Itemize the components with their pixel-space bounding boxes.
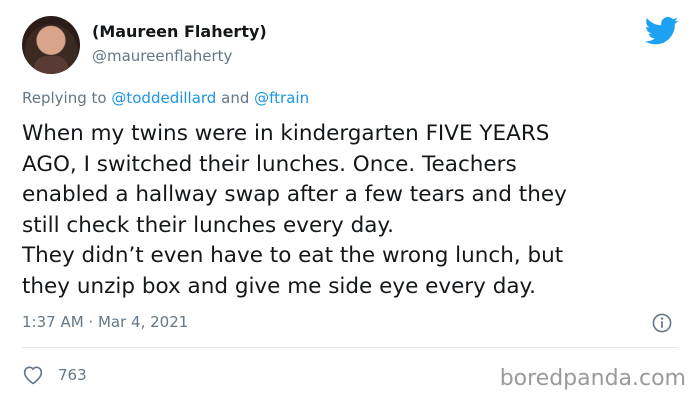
twitter-bird-icon[interactable] [645,17,679,45]
reply-context: Replying to @toddedillard and @ftrain [22,89,309,107]
reply-connector: and [221,89,250,107]
reply-user-link[interactable]: @toddedillard [111,89,216,107]
avatar-shirt [34,56,68,74]
watermark: boredpanda.com [499,366,686,391]
reply-user-link[interactable]: @ftrain [254,89,309,107]
divider [22,347,678,348]
like-action[interactable]: 763 [22,365,87,385]
author-handle[interactable]: @maureenflaherty [92,47,232,65]
info-icon[interactable] [652,313,672,333]
author-name[interactable]: (Maureen Flaherty) [92,22,267,41]
tweet-timestamp[interactable]: 1:37 AM · Mar 4, 2021 [22,313,188,331]
avatar[interactable] [22,16,80,74]
heart-outline-icon[interactable] [22,365,44,385]
reply-prefix: Replying to [22,89,107,107]
tweet-text: When my twins were in kindergarten FIVE … [22,121,567,299]
like-count: 763 [58,366,87,384]
